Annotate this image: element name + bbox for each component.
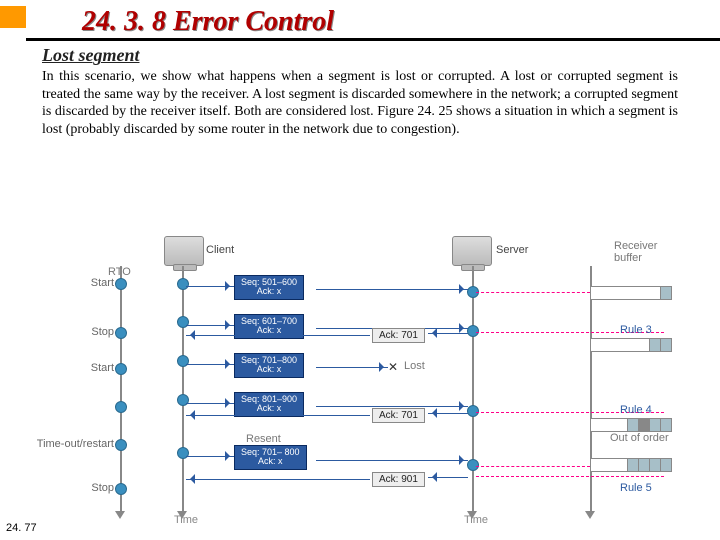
arrow-down-icon: [585, 511, 595, 519]
arrow-down-icon: [115, 511, 125, 519]
event-dot: [177, 316, 189, 328]
ack-box: Ack: 701: [372, 328, 425, 343]
event-label: Time-out/restart: [24, 438, 114, 450]
event-dot: [177, 278, 189, 290]
segment-box: Seq: 501–600 Ack: x: [234, 275, 304, 300]
arrow-left-icon: [428, 413, 468, 414]
dashed-line: [476, 466, 590, 467]
receiver-buffer: [590, 338, 672, 352]
buffer-timeline: [590, 266, 592, 511]
segment-ack: Ack: x: [241, 404, 297, 413]
event-dot: [115, 483, 127, 495]
title-block: 24. 3. 8 Error Control: [0, 0, 720, 41]
timeline-diagram: Client Server Receiver buffer RTO Time T…: [54, 236, 674, 521]
event-dot: [177, 394, 189, 406]
server-host: [452, 236, 492, 266]
server-label: Server: [496, 244, 528, 256]
body-paragraph: In this scenario, we show what happens w…: [42, 68, 678, 138]
resent-label: Resent: [246, 433, 281, 445]
arrow-left-icon: [428, 477, 468, 478]
buffer-label: Receiver buffer: [614, 240, 657, 264]
rule-label: Rule 4: [620, 404, 652, 416]
rule-label: Rule 3: [620, 324, 652, 336]
out-of-order-label: Out of order: [610, 432, 669, 444]
segment-ack: Ack: x: [241, 457, 300, 466]
event-label: Start: [56, 362, 114, 374]
receiver-buffer: [590, 286, 672, 300]
arrow-right-icon: [316, 406, 468, 407]
time-label: Time: [464, 514, 488, 526]
event-dot: [115, 363, 127, 375]
ack-box: Ack: 901: [372, 472, 425, 487]
lost-cross-icon: ✕: [388, 360, 398, 374]
ack-box: Ack: 701: [372, 408, 425, 423]
subsection-heading: Lost segment: [42, 45, 720, 66]
section-title: 24. 3. 8 Error Control: [82, 6, 334, 38]
event-dot: [177, 447, 189, 459]
receiver-buffer: [590, 418, 672, 432]
arrow-right-icon: [186, 364, 234, 365]
slide-corner-accent: [0, 6, 26, 28]
slide-number: 24. 77: [6, 522, 37, 534]
computer-icon: [164, 236, 204, 266]
arrow-left-icon: [186, 415, 370, 416]
arrow-right-icon: [186, 403, 234, 404]
receiver-buffer: [590, 458, 672, 472]
rto-timeline: [120, 266, 122, 511]
time-label: Time: [174, 514, 198, 526]
client-label: Client: [206, 244, 234, 256]
segment-ack: Ack: x: [241, 365, 297, 374]
event-dot: [177, 355, 189, 367]
arrow-right-icon: [186, 325, 234, 326]
dashed-line: [476, 292, 590, 293]
event-label: Stop: [56, 482, 114, 494]
lost-label: Lost: [404, 360, 425, 372]
arrow-right-icon: [316, 460, 468, 461]
arrow-left-icon: [186, 479, 370, 480]
event-label: Stop: [56, 326, 114, 338]
segment-box: Seq: 701– 800 Ack: x: [234, 445, 307, 470]
dashed-line: [476, 476, 664, 477]
arrow-right-icon: [186, 286, 234, 287]
arrow-right-icon: [186, 456, 234, 457]
arrow-left-icon: [186, 335, 370, 336]
computer-icon: [452, 236, 492, 266]
segment-ack: Ack: x: [241, 287, 297, 296]
segment-box: Seq: 801–900 Ack: x: [234, 392, 304, 417]
event-dot: [115, 327, 127, 339]
client-timeline: [182, 266, 184, 511]
arrow-right-icon: [316, 367, 388, 368]
rule-label: Rule 5: [620, 482, 652, 494]
arrow-right-icon: [316, 289, 468, 290]
server-timeline: [472, 266, 474, 511]
event-dot: [115, 278, 127, 290]
title-underline: [26, 38, 720, 41]
client-host: [164, 236, 204, 266]
segment-box: Seq: 701–800 Ack: x: [234, 353, 304, 378]
event-dot: [115, 401, 127, 413]
event-label: Start: [56, 277, 114, 289]
event-dot: [115, 439, 127, 451]
arrow-left-icon: [428, 333, 468, 334]
